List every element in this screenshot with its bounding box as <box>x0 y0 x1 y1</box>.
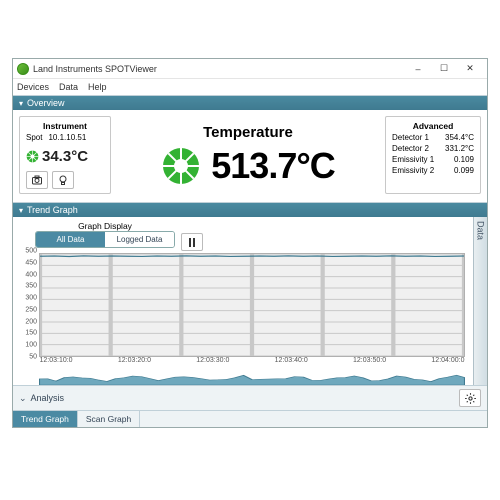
overview-sparkline[interactable] <box>39 369 465 385</box>
menu-bar: Devices Data Help <box>13 79 487 95</box>
main-temperature-panel: Temperature 513.7°C <box>117 116 379 194</box>
adv-v3: 0.099 <box>454 166 474 175</box>
y-axis: 50100150200250300350400450500 <box>19 251 39 357</box>
window-title: Land Instruments SPOTViewer <box>33 64 405 74</box>
instrument-panel: Instrument Spot 10.1.10.51 34.3°C <box>19 116 111 194</box>
graph-display-label: Graph Display <box>35 221 175 231</box>
adv-k1: Detector 2 <box>392 144 429 153</box>
graph-display-segment: All Data Logged Data <box>35 231 175 248</box>
app-icon <box>17 63 29 75</box>
spot-temperature: 34.3°C <box>42 148 88 165</box>
caret-down-icon: ▾ <box>19 99 23 108</box>
advanced-header: Advanced <box>392 121 474 131</box>
main-status-icon <box>161 146 201 186</box>
gear-icon <box>464 392 477 405</box>
trend-header[interactable]: ▾ Trend Graph <box>13 203 487 217</box>
pause-icon <box>189 238 191 247</box>
chart-canvas <box>40 254 464 356</box>
camera-button[interactable] <box>26 171 48 189</box>
adv-v2: 0.109 <box>454 155 474 164</box>
trend-title: Trend Graph <box>27 205 78 215</box>
data-side-tab[interactable]: Data <box>473 217 487 385</box>
maximize-button[interactable]: ☐ <box>431 62 457 76</box>
menu-help[interactable]: Help <box>88 82 107 92</box>
settings-button[interactable] <box>459 389 481 407</box>
pause-button[interactable] <box>181 233 203 251</box>
adv-v1: 331.2°C <box>445 144 474 153</box>
adv-v0: 354.4°C <box>445 133 474 142</box>
seg-logged-data[interactable]: Logged Data <box>105 232 174 247</box>
spark-canvas <box>39 369 465 385</box>
tab-scan-graph[interactable]: Scan Graph <box>78 411 140 427</box>
minimize-button[interactable]: – <box>405 62 431 76</box>
overview-section: ▾ Overview Instrument Spot 10.1.10.51 <box>13 95 487 202</box>
status-icon <box>26 150 39 163</box>
bulb-icon <box>57 174 69 186</box>
close-button[interactable]: ✕ <box>457 62 483 76</box>
adv-k3: Emissivity 2 <box>392 166 434 175</box>
instrument-header: Instrument <box>26 121 104 131</box>
seg-all-data[interactable]: All Data <box>36 232 105 247</box>
camera-icon <box>31 174 43 186</box>
analysis-row[interactable]: ⌄ Analysis <box>13 385 487 410</box>
adv-k0: Detector 1 <box>392 133 429 142</box>
trend-section: ▾ Trend Graph Data Graph Display All Dat… <box>13 202 487 385</box>
advanced-panel: Advanced Detector 1 354.4°C Detector 2 331… <box>385 116 481 194</box>
chart-area[interactable] <box>39 253 465 357</box>
bottom-tabs: Trend Graph Scan Graph <box>13 410 487 427</box>
bulb-button[interactable] <box>52 171 74 189</box>
spot-ip: 10.1.10.51 <box>48 133 86 142</box>
tab-trend-graph[interactable]: Trend Graph <box>13 411 78 427</box>
adv-k2: Emissivity 1 <box>392 155 434 164</box>
main-temperature-value: 513.7°C <box>211 145 334 187</box>
title-bar: Land Instruments SPOTViewer – ☐ ✕ <box>13 59 487 79</box>
overview-header[interactable]: ▾ Overview <box>13 96 487 110</box>
analysis-label: Analysis <box>31 393 459 403</box>
app-window: Land Instruments SPOTViewer – ☐ ✕ Device… <box>12 58 488 428</box>
trend-chart: 50100150200250300350400450500 12:03:10:0… <box>19 251 467 385</box>
spot-label: Spot <box>26 133 42 142</box>
caret-down-icon: ⌄ <box>19 393 27 404</box>
main-temp-label: Temperature <box>203 124 293 141</box>
menu-devices[interactable]: Devices <box>17 82 49 92</box>
overview-title: Overview <box>27 98 65 108</box>
menu-data[interactable]: Data <box>59 82 78 92</box>
x-axis: 12:03:10:012:03:20:012:03:30:012:03:40:0… <box>39 357 465 369</box>
caret-down-icon: ▾ <box>19 206 23 215</box>
